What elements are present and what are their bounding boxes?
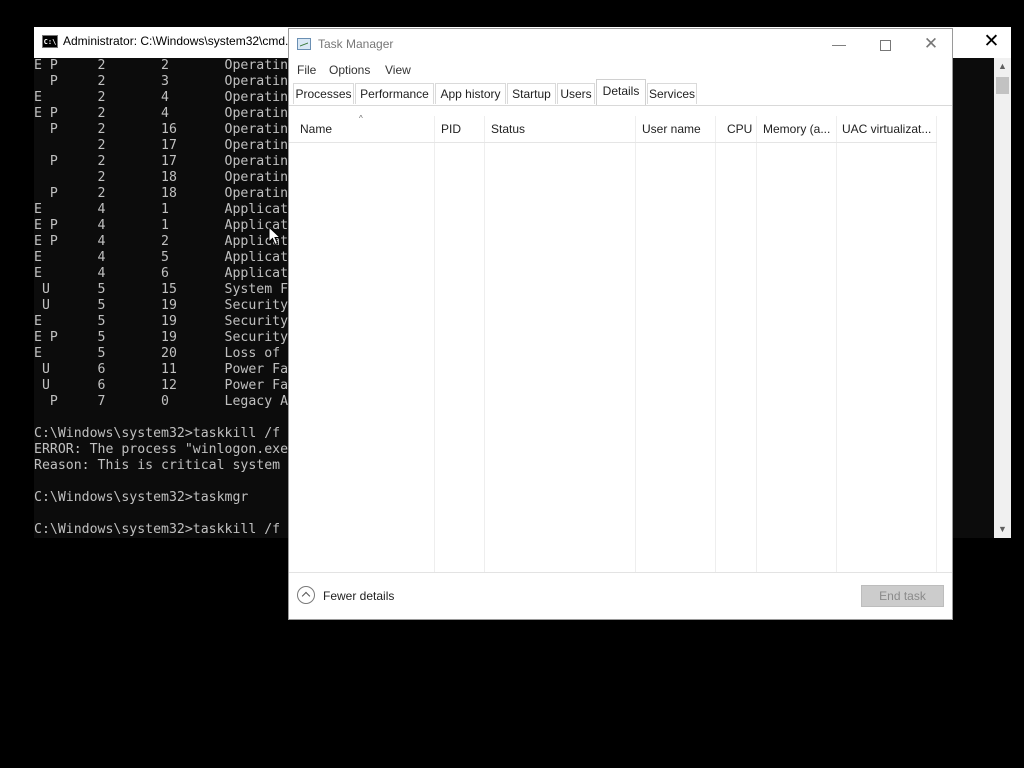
column-pid	[435, 116, 485, 572]
menu-view[interactable]: View	[385, 63, 411, 77]
tab-services[interactable]: Services	[647, 83, 697, 104]
chevron-up-icon[interactable]	[297, 586, 315, 604]
scroll-thumb[interactable]	[996, 77, 1009, 94]
column-uac	[837, 116, 937, 572]
header-name[interactable]: Name	[300, 122, 332, 136]
tab-performance[interactable]: Performance	[355, 83, 434, 104]
close-button[interactable]: ✕	[908, 29, 954, 59]
scroll-down-icon[interactable]: ▼	[994, 521, 1011, 538]
column-status	[485, 116, 636, 572]
end-task-button[interactable]: End task	[861, 585, 944, 607]
taskmanager-window: Task Manager — ✕ File Options View Proce…	[288, 28, 953, 620]
tab-users[interactable]: Users	[557, 83, 595, 104]
taskmanager-footer: Fewer details End task	[289, 573, 952, 619]
taskmanager-icon	[297, 38, 311, 50]
header-cpu[interactable]: CPU	[727, 122, 752, 136]
cmd-icon: C:\	[42, 35, 58, 48]
tab-bar: Processes Performance App history Startu…	[289, 79, 952, 106]
tab-startup[interactable]: Startup	[507, 83, 556, 104]
taskmanager-titlebar[interactable]: Task Manager — ✕	[289, 29, 952, 59]
maximize-button[interactable]	[862, 29, 908, 59]
column-cpu	[716, 116, 757, 572]
menu-options[interactable]: Options	[329, 63, 370, 77]
scroll-up-icon[interactable]: ▲	[994, 58, 1011, 75]
tab-app-history[interactable]: App history	[435, 83, 506, 104]
cmd-scrollbar[interactable]: ▲ ▼	[994, 58, 1011, 538]
tab-details[interactable]: Details	[596, 79, 646, 105]
fewer-details-button[interactable]: Fewer details	[323, 589, 394, 603]
column-name	[289, 116, 435, 572]
sort-ascending-icon: ^	[359, 114, 363, 123]
header-uac[interactable]: UAC virtualizat...	[842, 122, 931, 136]
header-pid[interactable]: PID	[441, 122, 461, 136]
minimize-button[interactable]: —	[816, 29, 862, 59]
cmd-title: Administrator: C:\Windows\system32\cmd.e…	[63, 34, 308, 48]
header-status[interactable]: Status	[491, 122, 525, 136]
details-table[interactable]: ^ Name PID Status User name CPU Memory (…	[289, 114, 952, 573]
table-header: ^ Name PID Status User name CPU Memory (…	[289, 114, 937, 143]
header-memory[interactable]: Memory (a...	[763, 122, 830, 136]
column-memory	[757, 116, 837, 572]
taskmanager-title: Task Manager	[318, 37, 394, 51]
column-user-name	[636, 116, 716, 572]
cmd-close-button[interactable]: ✕	[972, 27, 1011, 58]
mouse-pointer-icon	[268, 226, 282, 246]
tab-processes[interactable]: Processes	[293, 83, 354, 104]
header-user-name[interactable]: User name	[642, 122, 701, 136]
maximize-icon	[879, 39, 891, 51]
menu-file[interactable]: File	[297, 63, 316, 77]
